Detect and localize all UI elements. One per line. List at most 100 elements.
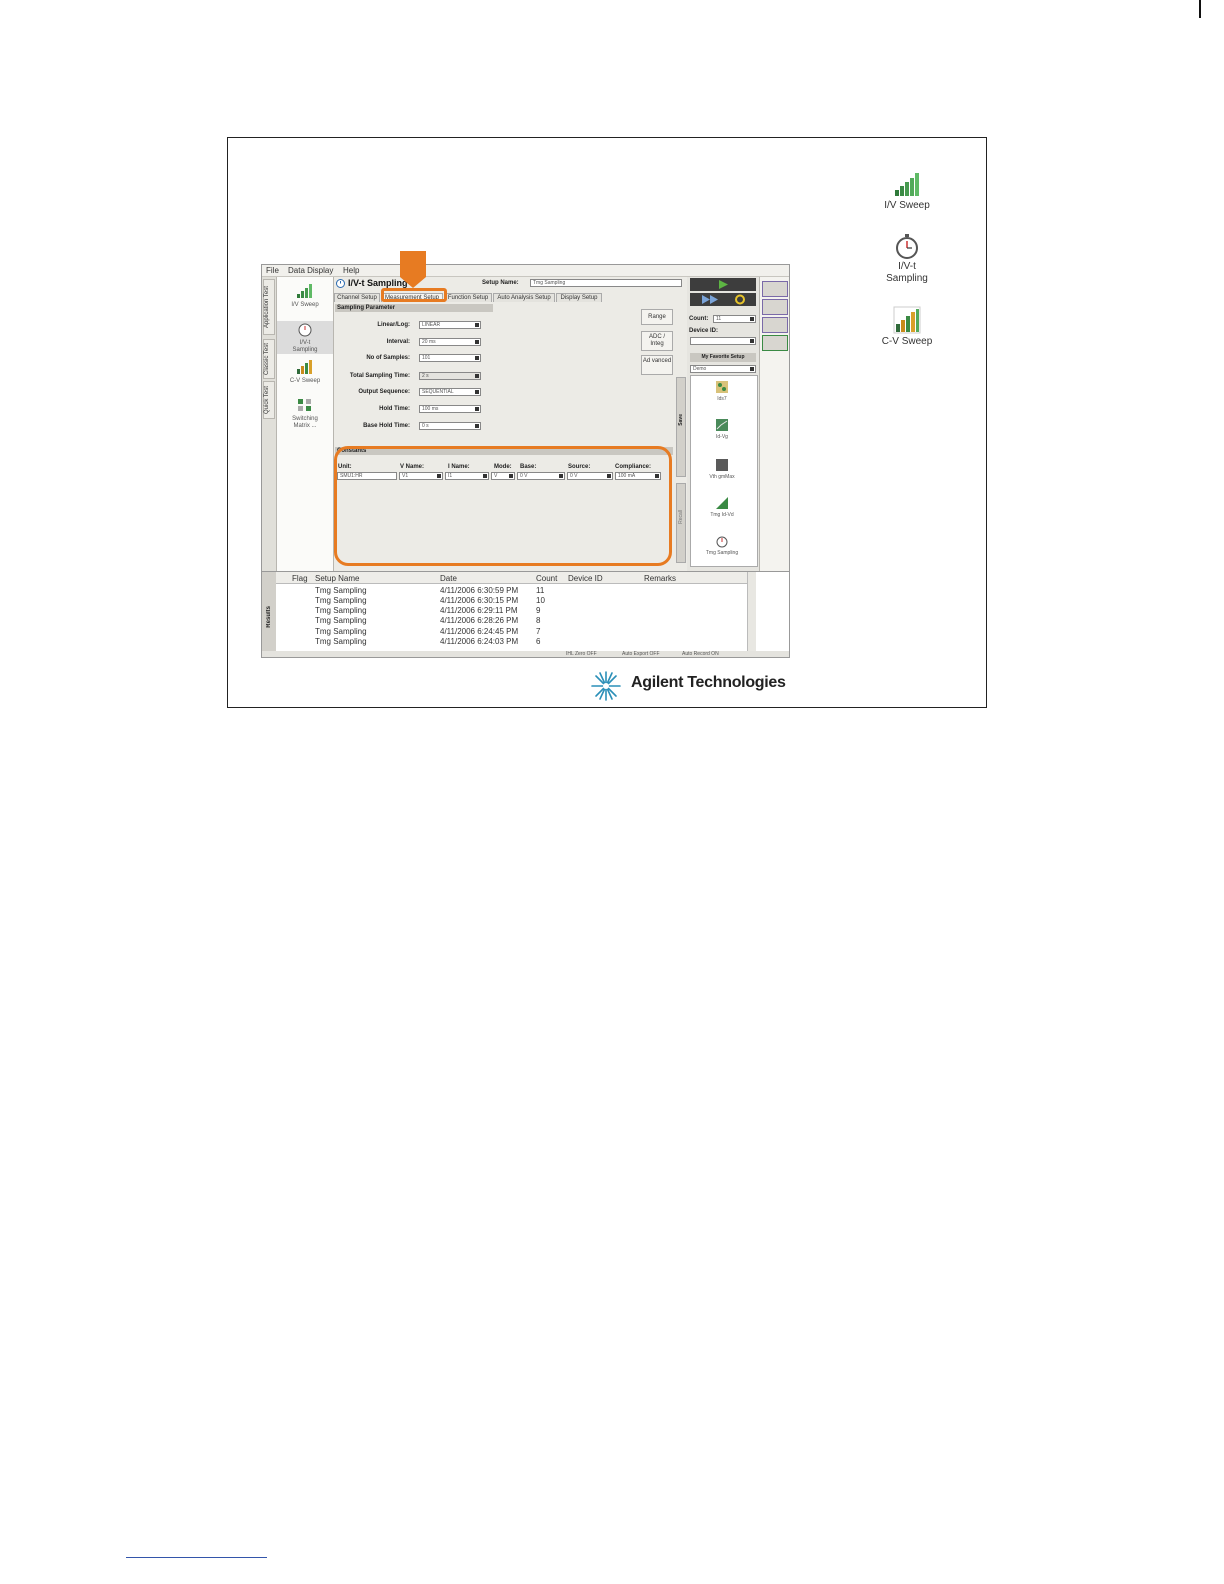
desktop-icon-cv-sweep[interactable]: C-V Sweep <box>862 306 952 348</box>
pointer-arrow-icon <box>400 251 426 288</box>
favorite-item[interactable]: Tmg Id-Vd <box>697 496 747 518</box>
status-ihl-zero[interactable]: IHL Zero OFF <box>566 651 597 657</box>
row-date: 4/11/2006 6:24:45 PM <box>440 627 519 636</box>
param-label-no-of-samples: No of Samples: <box>366 355 410 361</box>
no-of-samples-input[interactable]: 101 <box>419 354 481 362</box>
results-col-count[interactable]: Count <box>536 574 557 583</box>
results-side-tab[interactable]: Results <box>262 572 276 654</box>
results-col-setup-name[interactable]: Setup Name <box>315 574 359 583</box>
tab-auto-analysis-setup[interactable]: Auto Analysis Setup <box>493 293 555 302</box>
row-setup: Tmg Sampling <box>315 637 367 646</box>
page-title: I/V-t Sampling <box>348 278 408 288</box>
app-type-cv-sweep[interactable]: C-V Sweep <box>277 359 333 385</box>
favorite-setup-icon <box>716 381 728 393</box>
row-setup: Tmg Sampling <box>315 586 367 595</box>
run-control-panel: Count: 11 Device ID: My Favorite Setup D… <box>676 277 759 571</box>
linear-log-select[interactable]: LINEAR <box>419 321 481 329</box>
status-auto-record[interactable]: Auto Record ON <box>682 651 719 657</box>
device-id-input[interactable] <box>690 337 756 345</box>
results-panel: Results Flag Setup Name Date Count Devic… <box>262 571 789 654</box>
app-type-iv-sweep[interactable]: I/V Sweep <box>277 283 333 309</box>
favorite-list: Ids7 Id-Vg Vth gmMax Tmg Id-Vd Tmg Sampl… <box>690 375 758 567</box>
menu-data-display[interactable]: Data Display <box>288 266 333 275</box>
results-col-date[interactable]: Date <box>440 574 457 583</box>
row-setup: Tmg Sampling <box>315 616 367 625</box>
output-sequence-select[interactable]: SEQUENTIAL <box>419 388 481 396</box>
tab-classic-test[interactable]: Classic Test <box>263 339 275 379</box>
desktop-icon-label: C-V Sweep <box>881 336 933 347</box>
favorite-item[interactable]: Tmg Sampling <box>697 534 747 556</box>
tab-application-test[interactable]: Application Test <box>263 279 275 335</box>
favorite-setup-icon <box>716 459 728 471</box>
row-setup: Tmg Sampling <box>315 627 367 636</box>
recall-side-tab[interactable]: Recall <box>676 483 686 563</box>
save-side-tab[interactable]: Save <box>676 377 686 477</box>
desktop-icon-label-line1: I/V-t <box>898 261 916 272</box>
total-sampling-time-input[interactable]: 2 s <box>419 372 481 380</box>
count-input[interactable]: 11 <box>713 315 756 323</box>
favorite-label: Tmg Sampling <box>705 550 739 556</box>
advanced-button[interactable]: Ad vanced <box>641 355 673 375</box>
param-label-interval: Interval: <box>386 339 410 345</box>
row-date: 4/11/2006 6:29:11 PM <box>440 606 518 615</box>
tab-function-setup[interactable]: Function Setup <box>444 293 492 302</box>
status-auto-export[interactable]: Auto Export OFF <box>622 651 660 657</box>
interval-input[interactable]: 20 ms <box>419 338 481 346</box>
tab-channel-setup[interactable]: Channel Setup <box>334 293 380 302</box>
display-button-3[interactable] <box>762 317 788 333</box>
param-label-total-sampling-time: Total Sampling Time: <box>349 373 410 379</box>
device-id-label: Device ID: <box>689 328 719 334</box>
row-date: 4/11/2006 6:30:59 PM <box>440 586 519 595</box>
desktop-icon-iv-sweep[interactable]: I/V Sweep <box>862 170 952 212</box>
results-col-device-id[interactable]: Device ID <box>568 574 603 583</box>
results-col-remarks[interactable]: Remarks <box>644 574 676 583</box>
results-scrollbar[interactable] <box>747 572 756 654</box>
display-button-4[interactable] <box>762 335 788 351</box>
footer-rule <box>126 1557 267 1558</box>
display-button-2[interactable] <box>762 299 788 315</box>
recall-label: Recall <box>678 510 684 524</box>
agilent-spark-icon <box>591 671 621 701</box>
menu-help[interactable]: Help <box>343 266 359 275</box>
repeat-run-button[interactable] <box>690 293 756 306</box>
iv-sweep-icon <box>895 173 919 196</box>
agilent-wordmark: Agilent Technologies <box>631 674 786 691</box>
app-type-switching-matrix[interactable]: Switching Matrix ... <box>277 397 333 430</box>
param-label-base-hold-time: Base Hold Time: <box>363 423 410 429</box>
row-count: 9 <box>536 606 541 615</box>
results-label: Results <box>266 606 272 628</box>
favorite-item[interactable]: Vth gmMax <box>697 458 747 480</box>
base-hold-time-input[interactable]: 0 s <box>419 422 481 430</box>
app-type-label-line2: Matrix ... <box>293 423 317 429</box>
cv-sweep-icon <box>893 306 921 334</box>
setup-name-label: Setup Name: <box>482 280 519 286</box>
stopwatch-icon <box>298 323 312 337</box>
row-date: 4/11/2006 6:30:15 PM <box>440 596 519 605</box>
adc-integ-button[interactable]: ADC / Integ <box>641 331 673 351</box>
single-run-button[interactable] <box>690 278 756 291</box>
row-date: 4/11/2006 6:24:03 PM <box>440 637 519 646</box>
play-icon <box>719 280 728 289</box>
display-button-1[interactable] <box>762 281 788 297</box>
favorite-group-select[interactable]: Demo <box>690 365 756 373</box>
row-count: 10 <box>536 596 545 605</box>
app-type-label-line2: Sampling <box>292 347 318 353</box>
hold-time-input[interactable]: 100 ms <box>419 405 481 413</box>
favorite-label: Id-Vg <box>716 434 728 440</box>
application-type-list: I/V Sweep I/V-t Sampling C-V Sweep Switc… <box>277 277 334 571</box>
clock-icon <box>336 279 345 288</box>
tab-display-setup[interactable]: Display Setup <box>556 293 602 302</box>
desktop-icon-ivt-sampling[interactable]: I/V-t Sampling <box>862 233 952 285</box>
my-favorite-setup-button[interactable]: My Favorite Setup <box>690 353 756 362</box>
favorite-item[interactable]: Ids7 <box>697 380 747 402</box>
favorite-setup-icon <box>716 419 728 431</box>
setup-name-input[interactable]: Tmg Sampling <box>530 279 682 287</box>
menu-file[interactable]: File <box>266 266 279 275</box>
row-date: 4/11/2006 6:28:26 PM <box>440 616 519 625</box>
row-count: 7 <box>536 627 541 636</box>
favorite-item[interactable]: Id-Vg <box>697 418 747 440</box>
tab-quick-test[interactable]: Quick Test <box>263 381 275 419</box>
results-col-flag[interactable]: Flag <box>292 574 308 583</box>
range-button[interactable]: Range <box>641 309 673 325</box>
app-type-ivt-sampling[interactable]: I/V-t Sampling <box>277 321 333 354</box>
